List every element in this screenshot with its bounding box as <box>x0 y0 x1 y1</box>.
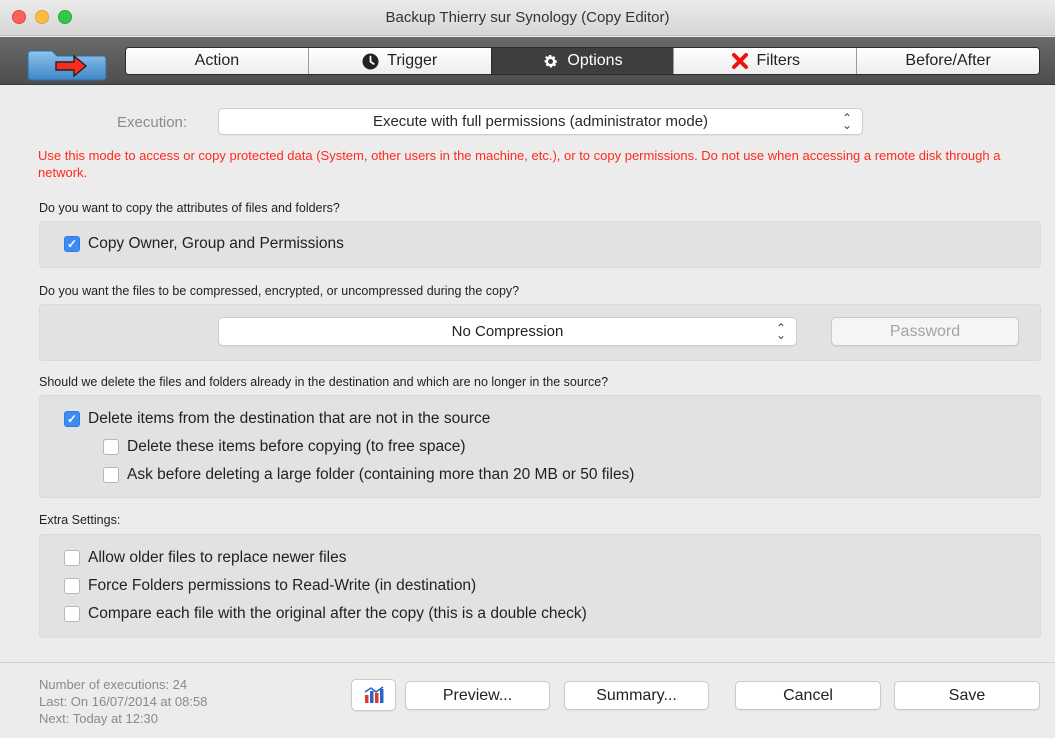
delete-before-option[interactable]: Delete these items before copying (to fr… <box>103 438 466 456</box>
delete-items-option[interactable]: ✓ Delete items from the destination that… <box>64 410 490 428</box>
preview-label: Preview... <box>442 686 513 704</box>
tab-filters[interactable]: Filters <box>673 48 857 74</box>
updown-chevron-icon: ⌃ ⌄ <box>841 110 852 132</box>
allow-older-label: Allow older files to replace newer files <box>88 549 347 566</box>
delete-before-label: Delete these items before copying (to fr… <box>127 438 466 455</box>
tab-before-after[interactable]: Before/After <box>856 48 1039 74</box>
execution-warning: Use this mode to access or copy protecte… <box>38 148 1001 180</box>
password-label: Password <box>889 322 961 340</box>
last-execution: Last: On 16/07/2014 at 08:58 <box>39 694 208 709</box>
force-folders-checkbox[interactable] <box>64 578 80 594</box>
statistics-button[interactable] <box>351 679 396 711</box>
compare-checkbox[interactable] <box>64 606 80 622</box>
copy-owner-option[interactable]: ✓ Copy Owner, Group and Permissions <box>64 235 344 253</box>
options-panel: Execution: Execute with full permissions… <box>0 86 1055 662</box>
tab-options-label: Options <box>567 52 623 69</box>
extra-settings-label: Extra Settings: <box>39 513 121 527</box>
summary-button[interactable]: Summary... <box>564 681 709 710</box>
save-label: Save <box>948 686 986 704</box>
updown-chevron-icon: ⌃ ⌄ <box>775 320 786 342</box>
toolbar: Action Trigger Options Filters Before/Af… <box>0 37 1055 85</box>
tab-action-label: Action <box>194 52 240 69</box>
execution-label: Execution: <box>117 114 188 131</box>
copy-owner-checkbox[interactable]: ✓ <box>64 236 80 252</box>
allow-older-option[interactable]: Allow older files to replace newer files <box>64 549 346 567</box>
allow-older-checkbox[interactable] <box>64 550 80 566</box>
window-title: Backup Thierry sur Synology (Copy Editor… <box>385 9 670 26</box>
executions-count: Number of executions: 24 <box>39 677 188 692</box>
delete-before-checkbox[interactable] <box>103 439 119 455</box>
force-folders-label: Force Folders permissions to Read-Write … <box>88 577 477 594</box>
next-execution: Next: Today at 12:30 <box>39 711 159 726</box>
extra-settings-group: Allow older files to replace newer files… <box>39 534 1041 638</box>
save-button[interactable]: Save <box>894 681 1040 710</box>
compression-group: No Compression ⌃ ⌄ Password <box>39 304 1041 361</box>
red-x-icon <box>731 52 749 70</box>
compression-question: Do you want the files to be compressed, … <box>39 284 520 298</box>
delete-items-checkbox[interactable]: ✓ <box>64 411 80 427</box>
tab-filters-label: Filters <box>756 52 801 69</box>
tab-action[interactable]: Action <box>126 48 308 74</box>
chart-icon <box>364 686 383 703</box>
tab-bar: Action Trigger Options Filters Before/Af… <box>125 47 1040 75</box>
preview-button[interactable]: Preview... <box>405 681 550 710</box>
tab-trigger[interactable]: Trigger <box>307 48 491 74</box>
execution-value: Execute with full permissions (administr… <box>372 113 709 130</box>
execution-select[interactable]: Execute with full permissions (administr… <box>218 108 863 135</box>
footer: Number of executions: 24 Last: On 16/07/… <box>0 662 1055 738</box>
tab-before-after-label: Before/After <box>905 52 991 69</box>
compare-option[interactable]: Compare each file with the original afte… <box>64 605 587 623</box>
clock-icon <box>362 53 379 70</box>
deletion-question: Should we delete the files and folders a… <box>39 375 609 389</box>
cancel-label: Cancel <box>783 686 833 704</box>
compression-value: No Compression <box>451 323 564 340</box>
folder-button[interactable] <box>22 45 110 81</box>
attributes-group: ✓ Copy Owner, Group and Permissions <box>39 221 1041 268</box>
gear-icon <box>542 53 559 70</box>
copy-owner-label: Copy Owner, Group and Permissions <box>88 235 344 252</box>
password-button[interactable]: Password <box>831 317 1019 346</box>
compression-select[interactable]: No Compression ⌃ ⌄ <box>218 317 797 346</box>
compare-label: Compare each file with the original afte… <box>88 605 587 622</box>
ask-before-checkbox[interactable] <box>103 467 119 483</box>
delete-items-label: Delete items from the destination that a… <box>88 410 491 427</box>
summary-label: Summary... <box>596 686 677 704</box>
folder-arrow-icon <box>27 50 107 81</box>
ask-before-label: Ask before deleting a large folder (cont… <box>127 466 635 483</box>
title-bar: Backup Thierry sur Synology (Copy Editor… <box>0 0 1055 36</box>
force-folders-option[interactable]: Force Folders permissions to Read-Write … <box>64 577 476 595</box>
ask-before-option[interactable]: Ask before deleting a large folder (cont… <box>103 466 634 484</box>
attributes-question: Do you want to copy the attributes of fi… <box>39 201 340 215</box>
cancel-button[interactable]: Cancel <box>735 681 881 710</box>
deletion-group: ✓ Delete items from the destination that… <box>39 395 1041 498</box>
execution-stats: Number of executions: 24 Last: On 16/07/… <box>39 676 207 727</box>
tab-options[interactable]: Options <box>490 48 674 74</box>
tab-trigger-label: Trigger <box>387 52 438 69</box>
